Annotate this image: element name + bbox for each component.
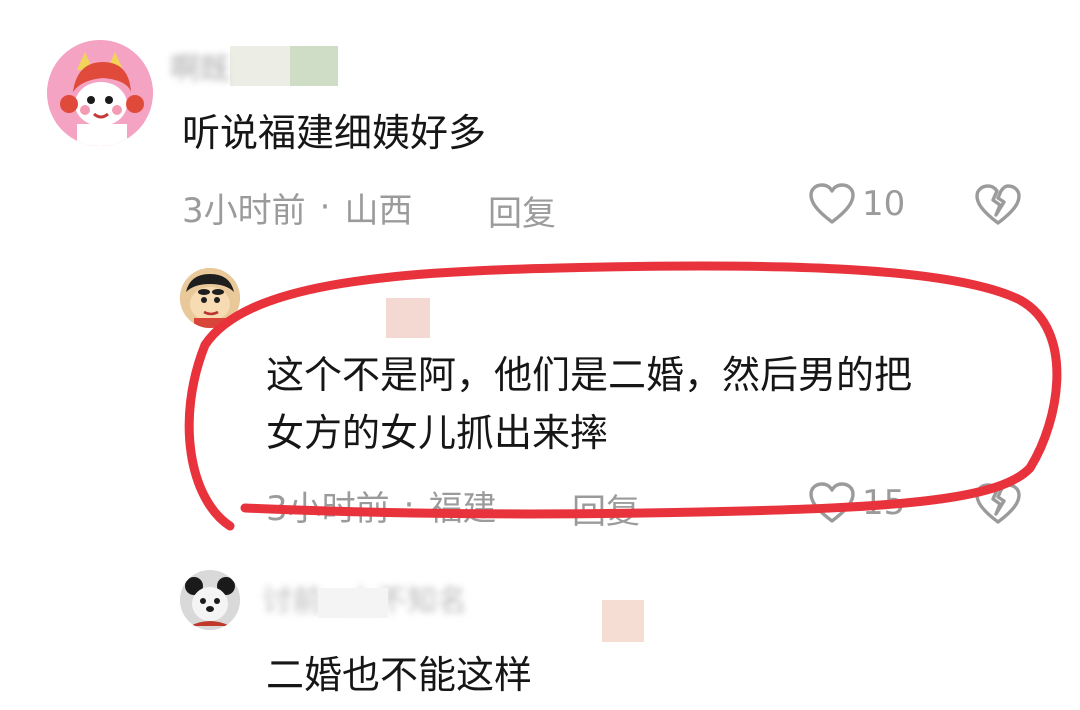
broken-heart-icon [975, 184, 1021, 225]
avatar[interactable] [180, 268, 240, 328]
username[interactable]: 啊既 [170, 46, 350, 87]
redacted-block [602, 600, 644, 642]
separator-dot: · [403, 485, 415, 525]
location: 山西 [344, 190, 413, 231]
comment-meta: 3小时前 · 山西 [182, 186, 412, 231]
cartoon-boy-avatar-icon [180, 268, 240, 328]
location: 福建 [428, 488, 497, 529]
comment-meta: 3小时前 · 福建 [266, 484, 496, 529]
separator-dot: · [319, 187, 331, 227]
comment-text-line: 这个不是阿，他们是二婚，然后男的把 [266, 353, 913, 397]
reply-button[interactable]: 回复 [572, 484, 640, 533]
dislike-button[interactable] [974, 183, 1022, 231]
comment-text: 这个不是阿，他们是二婚，然后男的把 女方的女儿抓出来摔 [266, 346, 912, 462]
timestamp: 3小时前 [266, 488, 390, 529]
like-count: 15 [862, 483, 906, 523]
dog-avatar-icon [180, 570, 240, 630]
timestamp: 3小时前 [182, 190, 306, 231]
redacted-block [318, 588, 388, 618]
heart-icon [809, 183, 855, 224]
redacted-block [386, 298, 430, 338]
like-count: 10 [862, 184, 906, 224]
like-button[interactable]: 15 [808, 481, 905, 525]
like-button[interactable]: 10 [808, 182, 905, 226]
cartoon-girl-avatar-icon [47, 40, 153, 146]
avatar[interactable] [180, 570, 240, 630]
broken-heart-icon [975, 483, 1021, 524]
comment-text-line: 女方的女儿抓出来摔 [266, 411, 609, 455]
redacted-block [290, 46, 338, 86]
dislike-button[interactable] [974, 482, 1022, 530]
username[interactable] [386, 298, 436, 338]
reply-button[interactable]: 回复 [488, 186, 556, 235]
comment-text: 听说福建细姨好多 [182, 111, 487, 155]
heart-icon [809, 482, 855, 523]
avatar[interactable] [47, 40, 153, 146]
comment-text: 二婚也不能这样 [266, 653, 533, 697]
redacted-block [230, 46, 290, 86]
